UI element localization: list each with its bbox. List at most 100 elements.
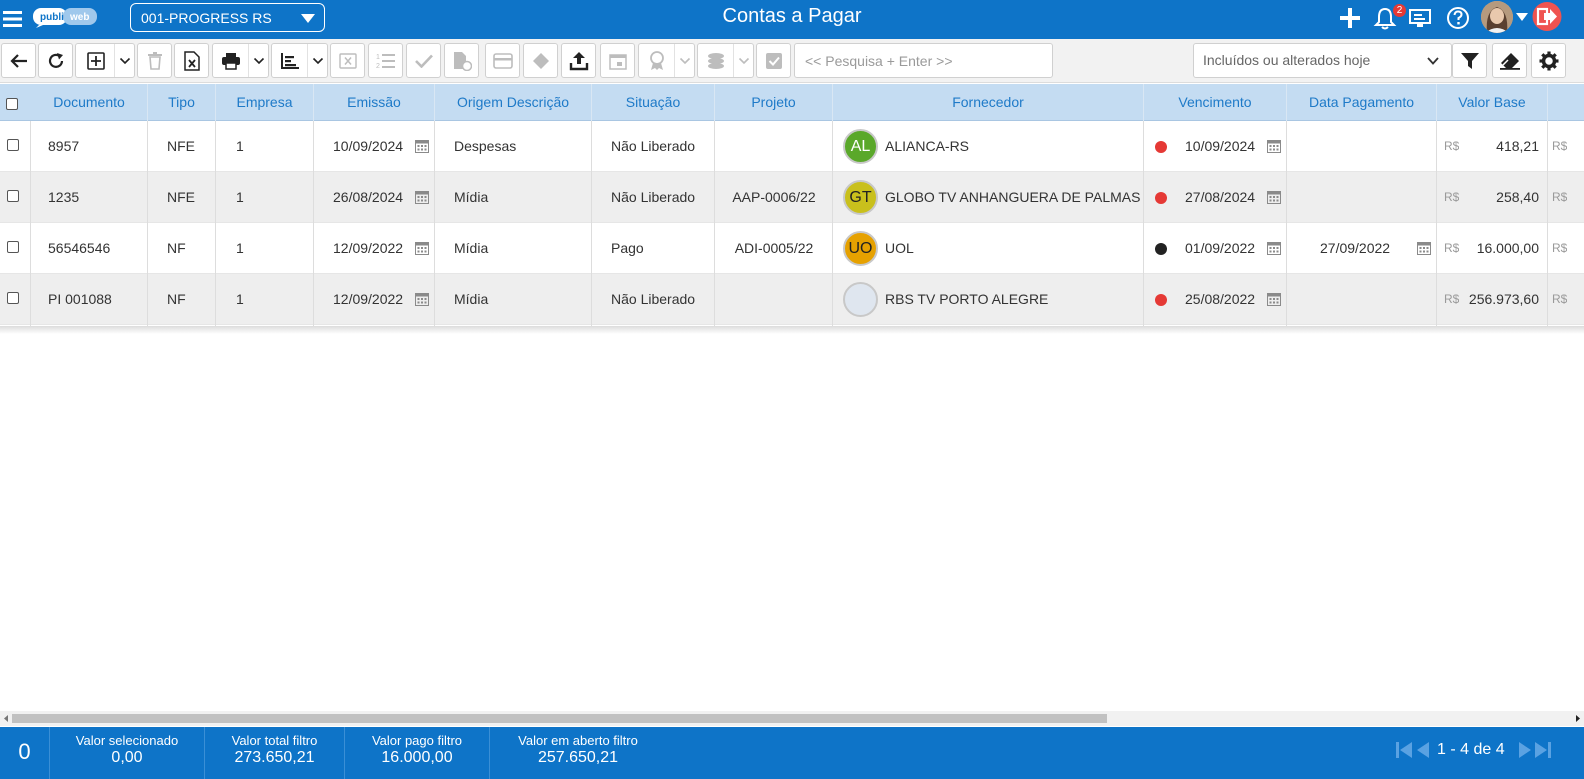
award-button[interactable] [638,43,695,78]
column-header-data-pagamento[interactable]: Data Pagamento [1287,84,1437,121]
chart-icon [281,52,299,69]
calendar-icon[interactable] [1417,241,1431,255]
caret-down-icon[interactable] [1516,13,1528,22]
document-button[interactable] [444,43,479,78]
user-avatar[interactable] [1481,1,1513,33]
scrollbar-thumb[interactable] [12,714,1107,723]
calendar-button[interactable] [600,43,635,78]
calendar-icon[interactable] [415,241,429,255]
column-divider [1436,121,1437,326]
cancel-button[interactable] [330,43,365,78]
delete-button[interactable] [137,43,172,78]
card-button[interactable] [485,43,520,78]
calendar-icon[interactable] [1267,292,1281,306]
calendar-icon[interactable] [1267,139,1281,153]
table-row[interactable]: PI 001088 NF 1 12/09/2022 Mídia Não Libe… [0,274,1584,325]
column-header-situacao[interactable]: Situação [592,84,715,121]
cell-fornecedor[interactable]: GLOBO TV ANHANGUERA DE PALMAS [885,172,1141,223]
period-filter-value: Incluídos ou alterados hoje [1203,52,1371,68]
summary-open: Valor em aberto filtro 257.650,21 [490,727,666,779]
summary-value: 0,00 [111,749,143,766]
horizontal-scrollbar[interactable] [0,711,1584,726]
first-page-icon[interactable] [1396,741,1413,759]
column-header-empresa[interactable]: Empresa [216,84,314,121]
cell-fornecedor[interactable]: ALIANCA-RS [885,121,1141,172]
search-input[interactable] [794,43,1053,78]
coins-button[interactable] [697,43,754,78]
list-button[interactable]: 12 [368,43,403,78]
table-row[interactable]: 1235 NFE 1 26/08/2024 Mídia Não Liberado… [0,172,1584,223]
refresh-button[interactable] [38,43,73,78]
print-dropdown[interactable] [248,44,268,77]
row-checkbox[interactable] [7,190,19,202]
summary-value: 16.000,00 [381,749,453,766]
cell-projeto [715,121,833,172]
chart-button[interactable] [271,43,328,78]
award-dropdown[interactable] [674,44,694,77]
column-divider [1547,121,1548,326]
cell-vencimento: 10/09/2024 [1185,138,1256,154]
approve-icon [765,52,782,69]
cell-tipo: NF [167,291,186,307]
row-checkbox[interactable] [7,139,19,151]
chart-dropdown[interactable] [307,44,327,77]
add-dropdown[interactable] [114,44,134,77]
menu-icon[interactable] [2,6,24,32]
monitor-icon[interactable] [1408,6,1432,30]
column-header-documento[interactable]: Documento [31,84,148,121]
row-checkbox[interactable] [7,241,19,253]
company-select[interactable]: 001-PROGRESS RS [130,3,325,32]
cell-documento: 8957 [48,138,80,154]
currency-symbol: R$ [1444,241,1460,255]
confirm-button[interactable] [406,43,441,78]
cell-projeto: ADI-0005/22 [734,240,814,256]
scroll-left-icon[interactable] [2,714,10,723]
print-icon [222,52,240,70]
calendar-icon[interactable] [1267,241,1281,255]
column-divider [591,121,592,326]
row-checkbox[interactable] [7,292,19,304]
calendar-icon[interactable] [415,190,429,204]
upload-button[interactable] [561,43,596,78]
period-filter-select[interactable]: Incluídos ou alterados hoje [1193,43,1452,78]
last-page-icon[interactable] [1534,741,1551,759]
approve-button[interactable] [756,43,791,78]
column-header-valor-base[interactable]: Valor Base [1437,84,1548,121]
clear-filter-button[interactable] [1492,43,1527,78]
column-header-vencimento[interactable]: Vencimento [1144,84,1287,121]
summary-value: 257.650,21 [537,749,619,766]
print-button[interactable] [212,43,269,78]
calendar-icon[interactable] [415,139,429,153]
coins-dropdown[interactable] [733,44,753,77]
column-header-tipo[interactable]: Tipo [148,84,216,121]
summary-label: Valor total filtro [231,733,318,748]
plus-icon[interactable] [1338,6,1362,30]
cell-fornecedor[interactable]: UOL [885,223,1141,274]
next-page-icon[interactable] [1518,741,1532,759]
cell-fornecedor[interactable]: RBS TV PORTO ALEGRE [885,274,1141,325]
column-header-fornecedor[interactable]: Fornecedor [833,84,1144,121]
previous-page-icon[interactable] [1416,741,1430,759]
select-all-checkbox[interactable] [6,98,18,110]
add-button[interactable] [75,43,135,78]
settings-button[interactable] [1531,43,1566,78]
calendar-icon[interactable] [1267,190,1281,204]
table-row[interactable]: 56546546 NF 1 12/09/2022 Mídia Pago ADI-… [0,223,1584,274]
logout-icon[interactable] [1531,0,1562,33]
filter-button[interactable] [1452,43,1487,78]
currency-symbol: R$ [1444,139,1460,153]
tag-button[interactable] [523,43,558,78]
back-button[interactable] [1,43,36,78]
logo-text-a: publi [40,12,64,23]
column-header-emissao[interactable]: Emissão [314,84,435,121]
cell-situacao: Pago [611,240,644,256]
calendar-icon[interactable] [415,292,429,306]
column-header-projeto[interactable]: Projeto [715,84,833,121]
table-row[interactable]: 8957 NFE 1 10/09/2024 Despesas Não Liber… [0,121,1584,172]
scroll-right-icon[interactable] [1574,714,1582,723]
help-icon[interactable] [1446,6,1470,30]
column-header-origem[interactable]: Origem Descrição [435,84,592,121]
supplier-avatar: UO [843,231,878,266]
coins-icon [708,52,724,69]
export-excel-button[interactable] [174,43,209,78]
